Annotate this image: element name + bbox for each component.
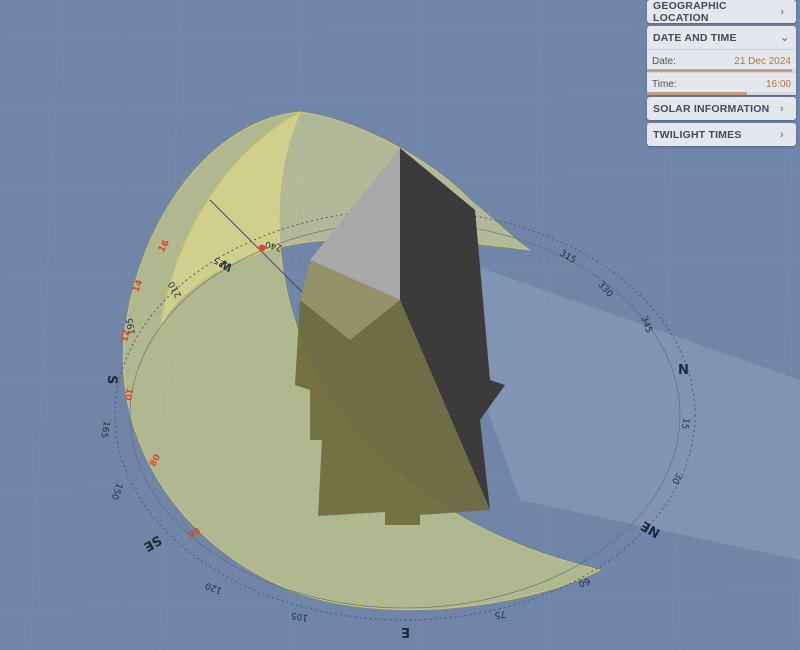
geographic-location-title: GEOGRAPHIC LOCATION [653,0,727,24]
hour-label-10: 10 [122,387,134,401]
compass-degree-165: 165 [98,420,111,439]
solar-information-title: SOLAR INFORMATION [653,102,770,115]
time-slider-fill[interactable] [647,92,747,95]
compass-degree-105: 105 [290,609,309,622]
solar-information-panel[interactable]: SOLAR INFORMATION › [647,97,796,120]
geographic-location-header[interactable]: GEOGRAPHIC LOCATION › [647,0,796,24]
twilight-times-panel[interactable]: TWILIGHT TIMES › [647,123,796,146]
compass-label-s: S [104,374,120,385]
chevron-right-icon: › [780,5,785,18]
twilight-times-header[interactable]: TWILIGHT TIMES › [647,123,796,146]
compass-degree-330: 330 [596,280,615,300]
date-and-time-title: DATE AND TIME [653,31,737,44]
date-slider-row[interactable]: Date: 21 Dec 2024 [647,49,796,72]
compass-label-se: SE [141,532,164,554]
geographic-location-panel[interactable]: GEOGRAPHIC LOCATION › [647,0,796,24]
compass-degree-15: 15 [679,417,691,430]
compass-label-e: E [401,624,410,639]
solar-information-header[interactable]: SOLAR INFORMATION › [647,97,796,120]
date-and-time-header[interactable]: DATE AND TIME ⌄ [647,26,796,49]
date-value: 21 Dec 2024 [734,55,791,67]
chevron-right-icon: › [780,128,784,141]
time-value: 16:00 [765,78,791,90]
chevron-right-icon: › [780,102,784,115]
date-label: Date: [652,55,676,67]
compass-degree-120: 120 [204,580,224,595]
compass-degree-75: 75 [494,608,507,620]
time-label: Time: [652,78,677,90]
twilight-times-title: TWILIGHT TIMES [653,128,742,141]
compass-degree-150: 150 [108,481,123,501]
compass-label-n: N [678,363,689,378]
time-slider-row[interactable]: Time: 16:00 [647,72,796,95]
chevron-down-icon: ⌄ [780,31,790,44]
date-and-time-panel[interactable]: DATE AND TIME ⌄ Date: 21 Dec 2024 Time: … [647,26,796,95]
